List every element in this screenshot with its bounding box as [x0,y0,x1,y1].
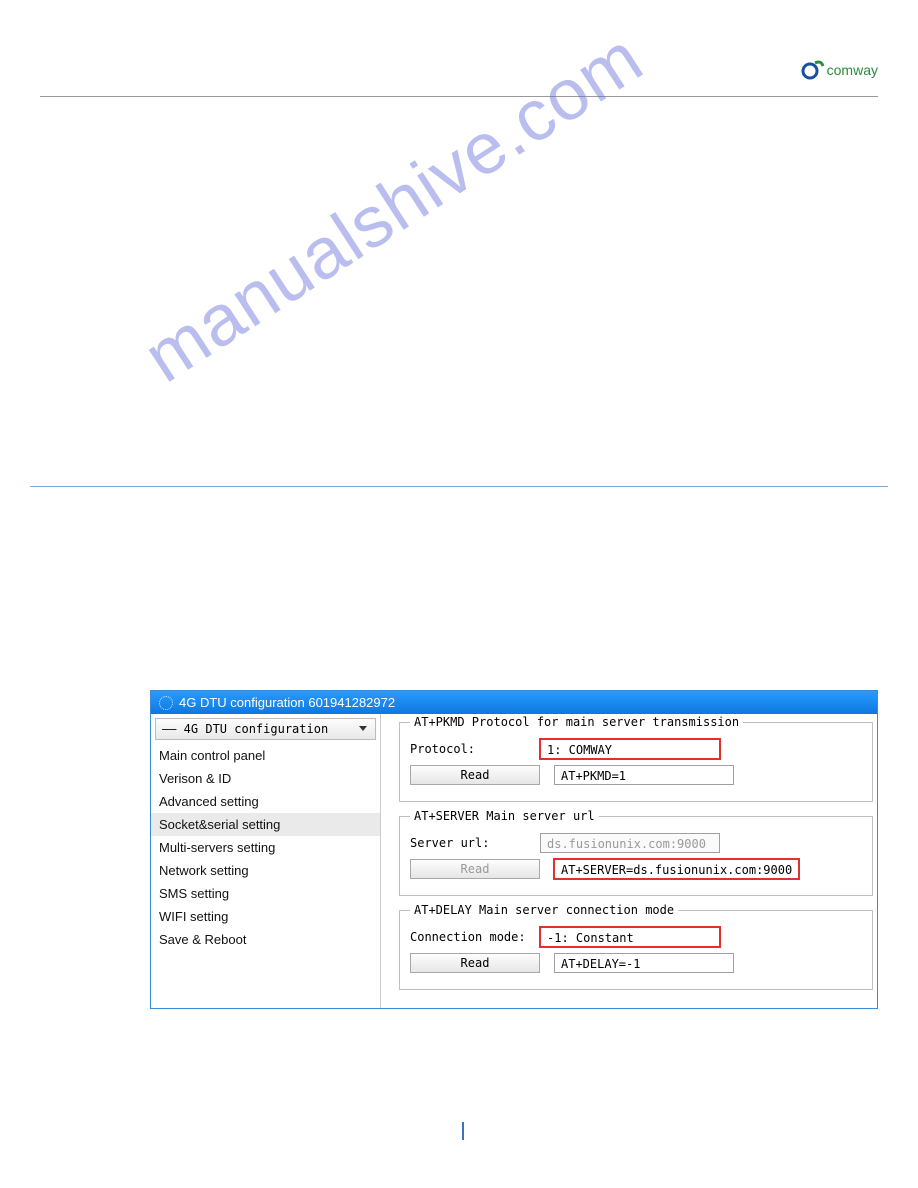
logo-icon [801,60,825,80]
window-title: 4G DTU configuration 601941282972 [179,695,395,710]
sidebar-item[interactable]: Main control panel [151,744,380,767]
sidebar-item[interactable]: Network setting [151,859,380,882]
read-button[interactable]: Read [410,765,540,785]
group-title: AT+DELAY Main server connection mode [410,903,678,917]
field-label: Server url: [410,836,540,850]
group-title: AT+SERVER Main server url [410,809,599,823]
app-icon [159,696,173,710]
sidebar-item[interactable]: Verison & ID [151,767,380,790]
sidebar-dropdown-label: —— 4G DTU configuration [162,722,328,736]
group-title: AT+PKMD Protocol for main server transmi… [410,715,743,729]
sidebar-item[interactable]: SMS setting [151,882,380,905]
setting-group: AT+PKMD Protocol for main server transmi… [399,722,873,802]
sidebar-item[interactable]: Socket&serial setting [151,813,380,836]
read-button[interactable]: Read [410,953,540,973]
config-window: 4G DTU configuration 601941282972 —— 4G … [150,690,878,1009]
sidebar-item[interactable]: WIFI setting [151,905,380,928]
result-field[interactable]: AT+PKMD=1 [554,765,734,785]
sidebar-dropdown[interactable]: —— 4G DTU configuration [155,718,376,740]
result-field[interactable]: AT+SERVER=ds.fusionunix.com:9000 [554,859,799,879]
sidebar-item[interactable]: Advanced setting [151,790,380,813]
field-label: Protocol: [410,742,540,756]
sidebar: —— 4G DTU configuration Main control pan… [151,714,381,1008]
field-value[interactable]: 1: COMWAY [540,739,720,759]
header-divider [40,96,878,97]
main-panel: AT+PKMD Protocol for main server transmi… [381,714,877,1008]
sidebar-item[interactable]: Save & Reboot [151,928,380,951]
setting-group: AT+DELAY Main server connection modeConn… [399,910,873,990]
page-number [454,1122,464,1140]
field-label: Connection mode: [410,930,540,944]
brand-text: comway [827,62,878,78]
read-button: Read [410,859,540,879]
page-num-divider [462,1122,464,1140]
watermark-text: manualshive.com [130,17,657,399]
field-value[interactable]: -1: Constant [540,927,720,947]
setting-group: AT+SERVER Main server urlServer url:ds.f… [399,816,873,896]
brand-logo: comway [801,60,878,80]
title-bar: 4G DTU configuration 601941282972 [151,691,877,714]
field-value[interactable]: ds.fusionunix.com:9000 [540,833,720,853]
chevron-down-icon [359,726,367,731]
content-divider [30,486,888,487]
result-field[interactable]: AT+DELAY=-1 [554,953,734,973]
sidebar-item[interactable]: Multi-servers setting [151,836,380,859]
